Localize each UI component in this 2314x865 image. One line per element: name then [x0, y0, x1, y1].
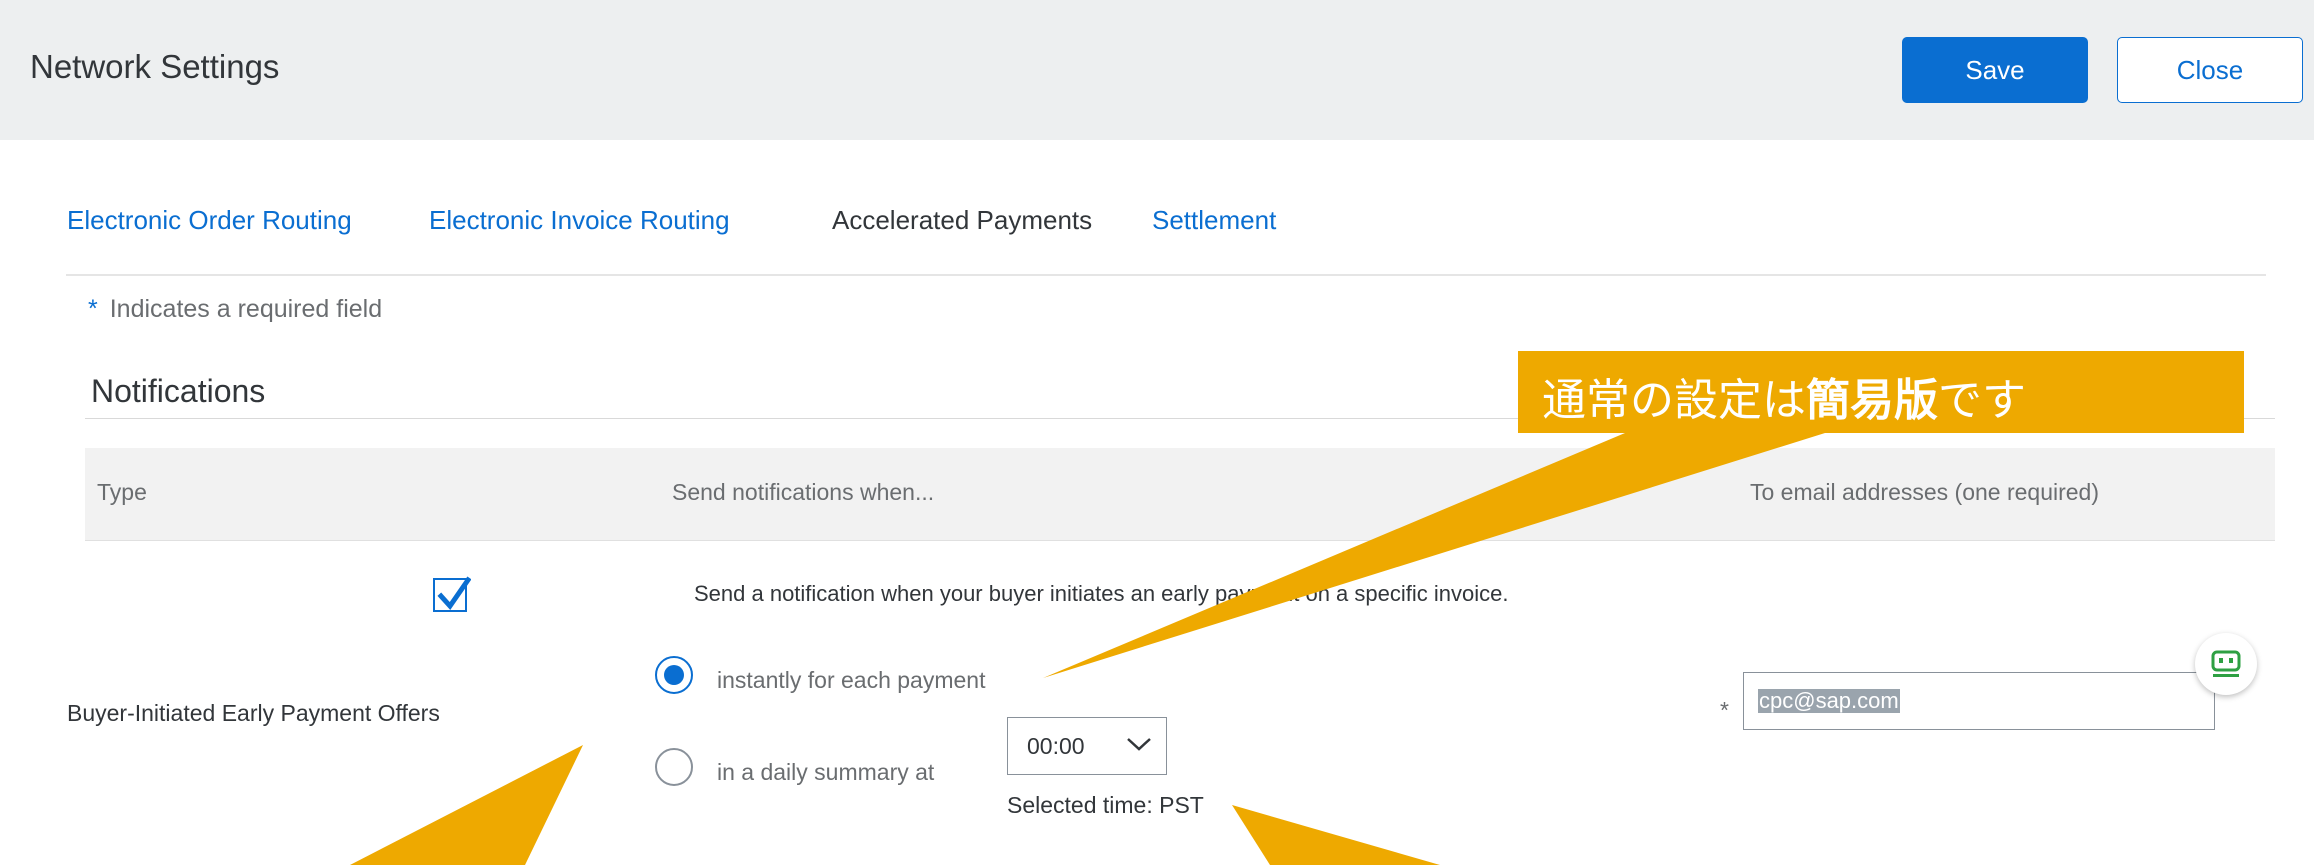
column-header-send-when: Send notifications when... [672, 479, 935, 505]
time-select-value: 00:00 [1027, 733, 1085, 759]
assistant-button[interactable] [2195, 633, 2257, 695]
annotation-text: 通常の設定は簡易版です [1542, 364, 2026, 428]
email-input[interactable]: cpc@sap.com [1743, 672, 2215, 730]
close-button[interactable]: Close [2117, 37, 2303, 103]
selected-time-label: Selected time: PST [1007, 792, 1204, 818]
checkmark-icon [437, 576, 471, 611]
radio-daily-summary[interactable] [655, 748, 693, 786]
email-required-star: * [1720, 697, 1729, 723]
page-title: Network Settings [30, 48, 280, 85]
tab-electronic-order-routing[interactable]: Electronic Order Routing [67, 205, 352, 236]
column-header-email: To email addresses (one required) [1750, 479, 2100, 505]
required-field-note: * Indicates a required field [88, 295, 382, 324]
annotation-callout: 通常の設定は簡易版です [1518, 351, 2244, 433]
annotation-suffix: です [1938, 375, 2026, 426]
radio-instant[interactable] [655, 656, 693, 694]
tab-electronic-invoice-routing[interactable]: Electronic Invoice Routing [429, 205, 730, 236]
time-select[interactable]: 00:00 [1007, 717, 1167, 775]
tab-divider [66, 274, 2266, 276]
checkbox-label: Send a notification when your buyer init… [694, 581, 1509, 606]
tab-settlement[interactable]: Settlement [1152, 205, 1276, 236]
row-type-label: Buyer-Initiated Early Payment Offers [67, 700, 440, 726]
column-header-type: Type [97, 479, 147, 505]
save-button[interactable]: Save [1902, 37, 2088, 103]
section-title: Notifications [91, 373, 266, 409]
tab-accelerated-payments[interactable]: Accelerated Payments [832, 205, 1092, 236]
required-star: * [88, 295, 98, 323]
table-header: Type Send notifications when... To email… [85, 448, 2275, 541]
annotation-bold: 簡易版 [1806, 375, 1938, 426]
radio-daily-label: in a daily summary at [717, 759, 935, 785]
annotation-prefix: 通常の設定は [1542, 375, 1806, 426]
early-payment-notification-checkbox[interactable] [433, 576, 471, 612]
email-input-value: cpc@sap.com [1758, 688, 1900, 713]
required-note-text: Indicates a required field [109, 295, 383, 323]
radio-instant-label: instantly for each payment [717, 667, 986, 693]
assistant-bot-icon [2211, 650, 2241, 677]
page-header: Network Settings Save Close [0, 0, 2314, 140]
chevron-down-icon [1127, 738, 1151, 751]
